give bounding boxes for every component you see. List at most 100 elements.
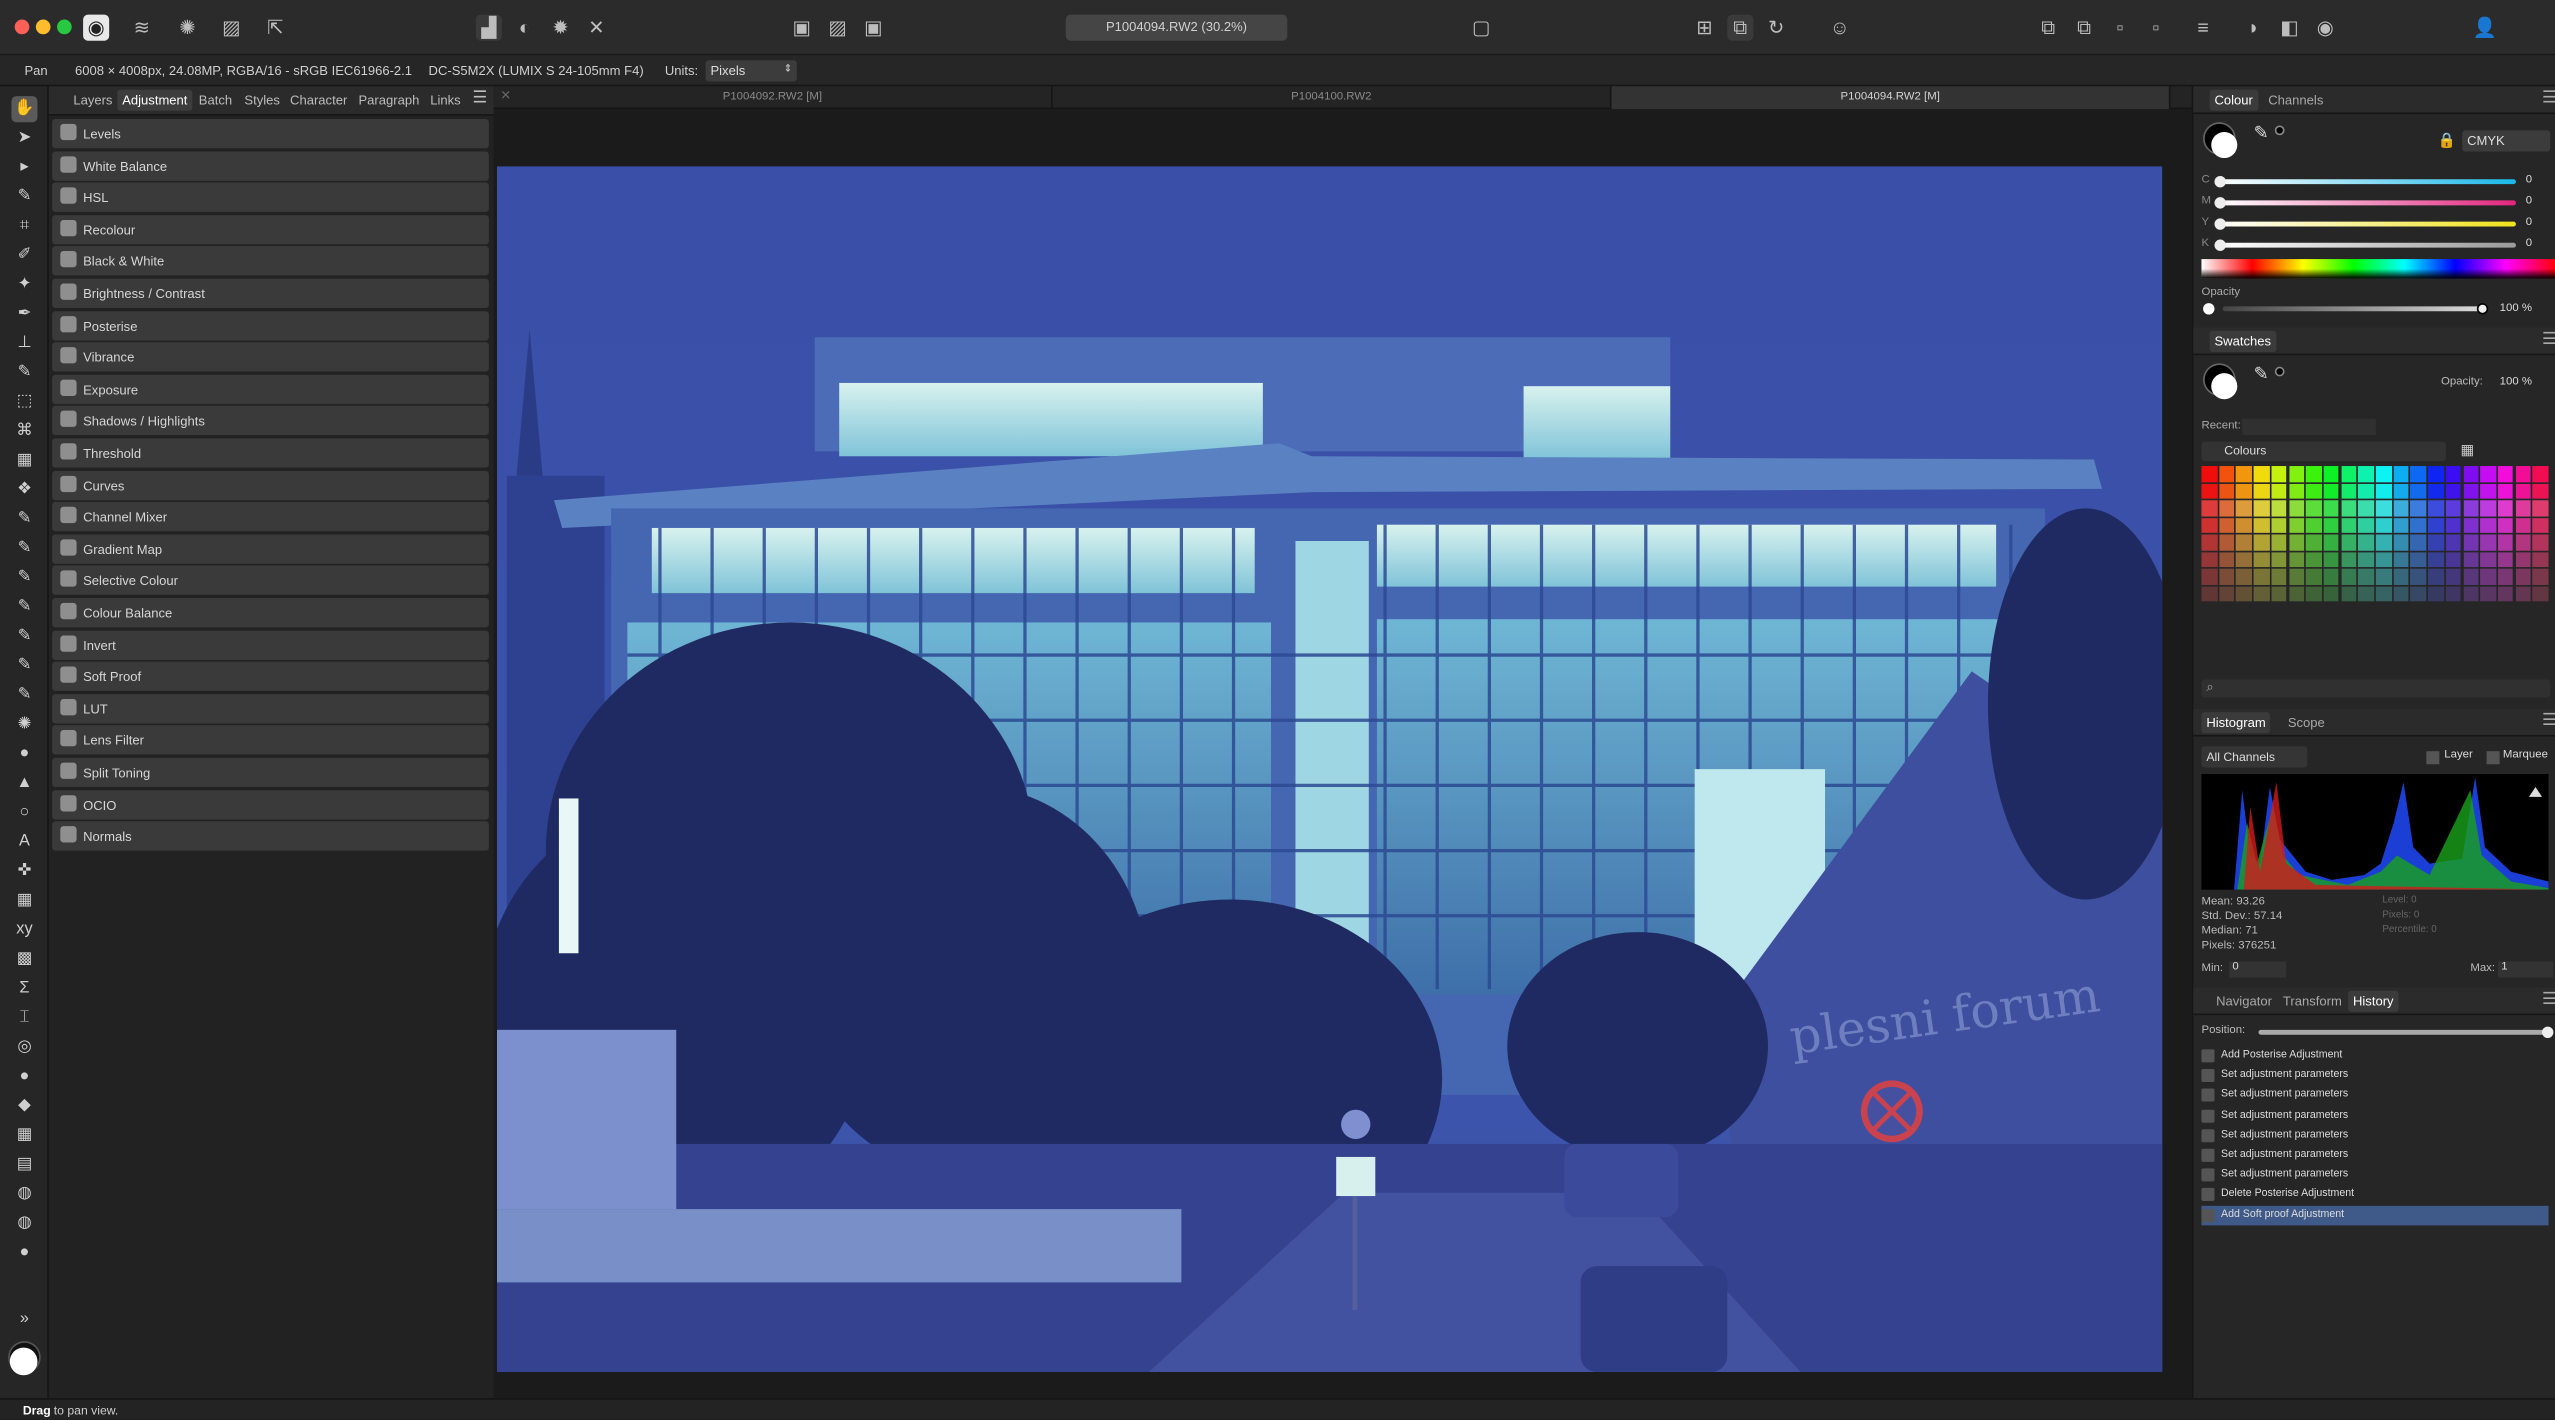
channel-value[interactable]: 0 xyxy=(2526,217,2532,228)
swatch-cell[interactable] xyxy=(2236,585,2252,602)
quick-mask-icon[interactable]: ▢ xyxy=(1468,15,1494,41)
swatch-cell[interactable] xyxy=(2340,517,2357,533)
swatch-cell[interactable] xyxy=(2201,551,2217,568)
swatch-cell[interactable] xyxy=(2358,568,2374,585)
swatch-cell[interactable] xyxy=(2480,568,2496,585)
swatch-cell[interactable] xyxy=(2410,585,2427,602)
swatch-cell[interactable] xyxy=(2410,466,2427,482)
selection-mode-icon[interactable]: ▣ xyxy=(789,15,815,41)
swatch-cell[interactable] xyxy=(2532,517,2549,533)
swatch-cell[interactable] xyxy=(2375,517,2392,533)
panel-menu-icon[interactable]: ☰ xyxy=(2542,712,2555,730)
swatch-cell[interactable] xyxy=(2236,568,2252,585)
swatch-cell[interactable] xyxy=(2428,483,2444,499)
swatch-cell[interactable] xyxy=(2480,500,2496,516)
swatch-cell[interactable] xyxy=(2218,500,2235,516)
history-item[interactable]: Set adjustment parameters xyxy=(2201,1106,2548,1126)
sphere-tool-icon[interactable]: ◍ xyxy=(11,1181,37,1207)
swatch-cell[interactable] xyxy=(2271,568,2287,585)
swatch-cell[interactable] xyxy=(2480,466,2496,482)
swatch-cell[interactable] xyxy=(2410,568,2427,585)
auto-levels-icon[interactable]: ◐ xyxy=(512,15,538,41)
auto-contrast-icon[interactable]: ✹ xyxy=(548,15,574,41)
swatch-cell[interactable] xyxy=(2201,500,2217,516)
adjustment-item[interactable]: Channel Mixer xyxy=(52,502,489,532)
swatch-cell[interactable] xyxy=(2253,585,2270,602)
panel-menu-icon[interactable]: ☰ xyxy=(2542,331,2555,349)
grid-tool-icon[interactable]: ▦ xyxy=(11,888,37,914)
adjustment-item[interactable]: Posterise xyxy=(52,310,489,340)
dropper-tool-icon[interactable]: ✎ xyxy=(11,360,37,386)
swatch-cell[interactable] xyxy=(2340,551,2357,568)
channel-select[interactable]: All Channels xyxy=(2201,746,2308,768)
swatch-cell[interactable] xyxy=(2445,568,2462,585)
swatch-cell[interactable] xyxy=(2532,568,2549,585)
swatch-cell[interactable] xyxy=(2428,500,2444,516)
blemish-tool-icon[interactable]: ✎ xyxy=(11,624,37,650)
lock-icon[interactable]: 🔒 xyxy=(2438,132,2456,150)
swatch-cell[interactable] xyxy=(2271,483,2287,499)
swatch-cell[interactable] xyxy=(2462,500,2479,516)
swatch-cell[interactable] xyxy=(2236,517,2252,533)
swatch-cell[interactable] xyxy=(2218,585,2235,602)
swatch-primary[interactable] xyxy=(2211,373,2238,400)
minimize-window-button[interactable] xyxy=(35,19,51,35)
channel-slider-knob[interactable] xyxy=(2214,197,2226,209)
stamp-tool-icon[interactable]: ⌶ xyxy=(11,1005,37,1031)
swatch-cell[interactable] xyxy=(2323,585,2339,602)
perspective-tool-icon[interactable]: ⌘ xyxy=(11,419,37,445)
export-persona-icon[interactable]: ⇱ xyxy=(262,15,288,41)
swatch-cell[interactable] xyxy=(2236,551,2252,568)
swatch-cell[interactable] xyxy=(2445,534,2462,550)
history-item[interactable]: Set adjustment parameters xyxy=(2201,1086,2548,1106)
swatch-cell[interactable] xyxy=(2410,534,2427,550)
tab-transform[interactable]: Transform xyxy=(2283,994,2342,1009)
channel-slider[interactable] xyxy=(2219,242,2516,248)
adjustment-item[interactable]: Invert xyxy=(52,629,489,660)
swatch-cell[interactable] xyxy=(2306,517,2322,533)
swatch-cell[interactable] xyxy=(2497,534,2514,550)
swatch-cell[interactable] xyxy=(2532,534,2549,550)
view-tool-icon[interactable]: ▸ xyxy=(11,155,37,181)
swatch-cell[interactable] xyxy=(2532,483,2549,499)
swatch-cell[interactable] xyxy=(2393,500,2409,516)
sigma-tool-icon[interactable]: Σ xyxy=(11,976,37,1002)
swatch-cell[interactable] xyxy=(2288,517,2305,533)
arrange-back-icon[interactable]: ⧉ xyxy=(2071,15,2097,41)
tab-paragraph[interactable]: Paragraph xyxy=(358,93,419,108)
swatch-cell[interactable] xyxy=(2253,568,2270,585)
history-item[interactable]: Set adjustment parameters xyxy=(2201,1066,2548,1086)
frequency-tool-icon[interactable]: ▩ xyxy=(11,947,37,973)
swatch-cell[interactable] xyxy=(2201,483,2217,499)
close-window-button[interactable] xyxy=(14,19,30,35)
swatch-cell[interactable] xyxy=(2393,466,2409,482)
swatch-cell[interactable] xyxy=(2306,483,2322,499)
swatch-cell[interactable] xyxy=(2218,483,2235,499)
swatch-cell[interactable] xyxy=(2515,500,2531,516)
channel-slider[interactable] xyxy=(2219,200,2516,206)
swatch-cell[interactable] xyxy=(2375,466,2392,482)
swatch-picker-icon[interactable]: ✎ xyxy=(2254,363,2269,385)
swatch-opacity-value[interactable]: 100 % xyxy=(2500,376,2532,387)
globe-tool-icon[interactable]: ◍ xyxy=(11,1211,37,1237)
swatch-cell[interactable] xyxy=(2428,466,2444,482)
swatch-cell[interactable] xyxy=(2253,517,2270,533)
swatch-cell[interactable] xyxy=(2445,483,2462,499)
swatch-cell[interactable] xyxy=(2323,568,2339,585)
burn-tool-icon[interactable]: ▲ xyxy=(11,771,37,797)
swatch-cell[interactable] xyxy=(2288,466,2305,482)
swatch-cell[interactable] xyxy=(2358,500,2374,516)
arrange-forward-icon[interactable]: ⧉ xyxy=(2035,15,2061,41)
adjustment-item[interactable]: Selective Colour xyxy=(52,566,489,596)
deselect-icon[interactable]: ▨ xyxy=(825,15,851,41)
swatch-cell[interactable] xyxy=(2236,483,2252,499)
paint-mixer-icon[interactable]: ❖ xyxy=(11,477,37,503)
document-photo[interactable]: plesni forum xyxy=(496,166,2163,1373)
opacity-slider[interactable] xyxy=(2222,306,2484,312)
tab-character[interactable]: Character xyxy=(290,93,347,108)
tone-mapping-persona-icon[interactable]: ▨ xyxy=(218,15,244,41)
swatch-cell[interactable] xyxy=(2497,585,2514,602)
swatch-cell[interactable] xyxy=(2445,500,2462,516)
move-tool-icon[interactable]: ➤ xyxy=(11,125,37,151)
swatch-cell[interactable] xyxy=(2358,585,2374,602)
